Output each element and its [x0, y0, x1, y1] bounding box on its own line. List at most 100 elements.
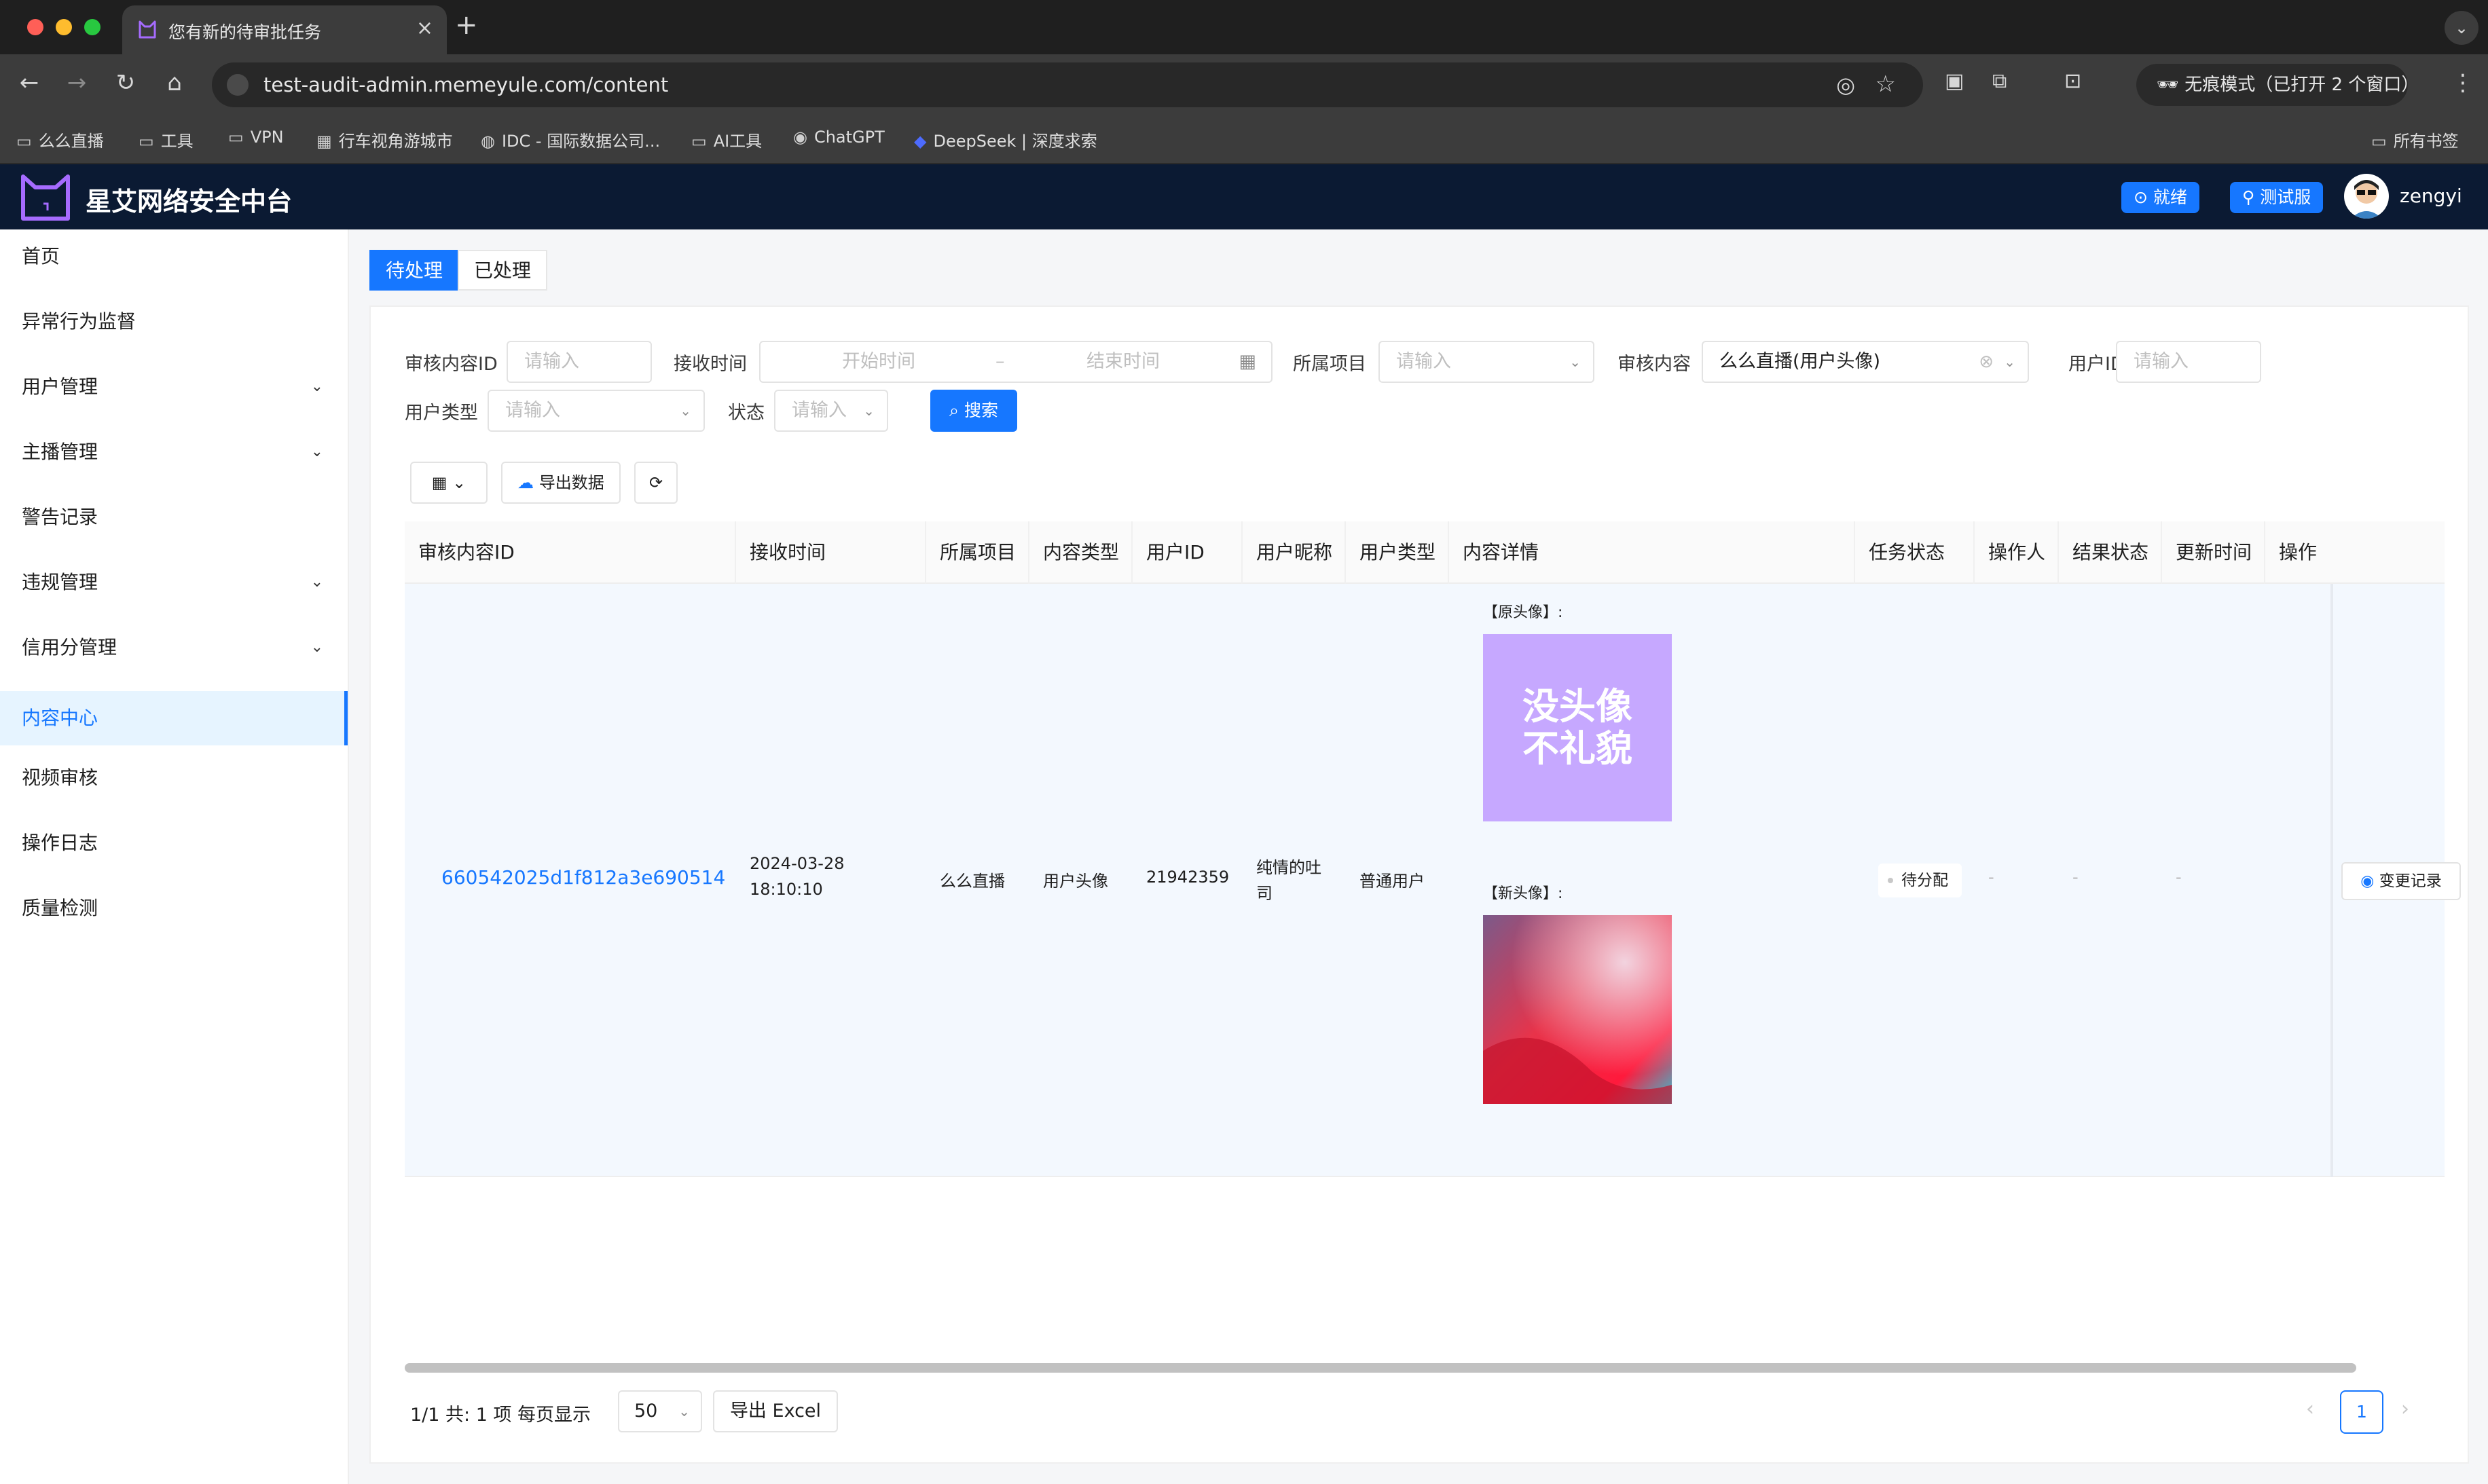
tab-processed[interactable]: 已处理: [458, 250, 547, 291]
status-badge: 待分配: [1878, 864, 1962, 897]
screenshot-icon[interactable]: ⊡: [2064, 69, 2081, 93]
extensions-icon[interactable]: ⧉: [1992, 69, 2007, 93]
bookmark-folder[interactable]: ▭ 么么直播: [16, 128, 104, 151]
reload-icon[interactable]: ↻: [110, 69, 141, 96]
user-id-cell: 21942359: [1146, 868, 1230, 887]
sidebar-item-warning-records[interactable]: 警告记录: [0, 490, 348, 544]
home-icon[interactable]: ⌂: [159, 69, 190, 96]
sidebar-item-anchor-management[interactable]: 主播管理 ⌄: [0, 425, 348, 479]
minimize-window-button[interactable]: [56, 19, 72, 35]
new-avatar-image[interactable]: [1483, 915, 1672, 1104]
old-avatar-caption: 【原头像】:: [1483, 604, 1563, 621]
back-arrow-icon[interactable]: ←: [14, 69, 45, 96]
th-content-id[interactable]: 审核内容ID: [405, 521, 736, 584]
address-bar[interactable]: test-audit-admin.memeyule.com/content ◎ …: [212, 62, 1923, 107]
sidebar-item-quality-check[interactable]: 质量检测: [0, 881, 348, 935]
th-receive-time[interactable]: 接收时间: [736, 521, 926, 584]
bookmark-link[interactable]: ◆ DeepSeek | 深度求索: [914, 128, 1097, 151]
bookmark-star-icon[interactable]: ☆: [1876, 71, 1896, 98]
bookmark-link[interactable]: ▦ 行车视角游城市: [316, 128, 453, 151]
content-id-link[interactable]: 660542025d1f812a3e690514: [441, 866, 725, 889]
app-title: 星艾网络安全中台: [86, 187, 293, 217]
next-page-icon[interactable]: ›: [2401, 1397, 2409, 1421]
incognito-indicator[interactable]: 🕶 无痕模式（已打开 2 个窗口）: [2136, 64, 2419, 106]
start-time-placeholder[interactable]: 开始时间: [842, 342, 915, 382]
tab-title: 您有新的待审批任务: [168, 22, 322, 42]
close-window-button[interactable]: [27, 19, 43, 35]
bookmark-folder[interactable]: ▭ AI工具: [691, 128, 762, 151]
calendar-icon: ▦: [1239, 351, 1256, 372]
bookmark-folder[interactable]: ▭ 工具: [139, 128, 194, 151]
sidebar-item-credit-management[interactable]: 信用分管理 ⌄: [0, 620, 348, 675]
all-bookmarks[interactable]: ▭ 所有书签: [2371, 128, 2459, 151]
search-button[interactable]: ⌕ 搜索: [930, 390, 1017, 432]
export-excel-button[interactable]: 导出 Excel: [713, 1390, 838, 1432]
th-user-type[interactable]: 用户类型: [1346, 521, 1449, 584]
old-avatar-image[interactable]: 没头像 不礼貌: [1483, 634, 1672, 821]
tab-search-chevron-icon[interactable]: ⌄: [2445, 11, 2478, 45]
forward-arrow-icon[interactable]: →: [61, 69, 92, 96]
bookmark-folder[interactable]: ▭ VPN: [228, 128, 284, 147]
folder-icon: ▭: [139, 132, 154, 151]
th-operator[interactable]: 操作人: [1975, 521, 2059, 584]
end-time-placeholder[interactable]: 结束时间: [1086, 342, 1160, 382]
page-size-select[interactable]: 50 ⌄: [618, 1390, 702, 1432]
change-record-button[interactable]: ◉ 变更记录: [2341, 862, 2461, 900]
column-settings-button[interactable]: ▦ ⌄: [410, 462, 488, 504]
tab-pending[interactable]: 待处理: [369, 250, 459, 291]
avatar[interactable]: [2344, 174, 2389, 219]
browser-tab-bar: 您有新的待审批任务 × + ⌄: [0, 0, 2488, 54]
clear-circle-icon[interactable]: ⊗: [1979, 342, 1994, 382]
chevron-down-icon: ⌄: [678, 1403, 690, 1420]
user-type-select[interactable]: 请输入 ⌄: [488, 390, 705, 432]
th-project[interactable]: 所属项目: [926, 521, 1029, 584]
th-update-time[interactable]: 更新时间: [2162, 521, 2265, 584]
sidebar-item-violation-management[interactable]: 违规管理 ⌄: [0, 555, 348, 610]
page-1-button[interactable]: 1: [2340, 1390, 2383, 1434]
new-tab-icon[interactable]: +: [455, 10, 478, 41]
user-id-input[interactable]: 请输入: [2116, 341, 2261, 383]
chevron-down-icon: ⌄: [863, 403, 875, 419]
test-server-button[interactable]: ⚲ 测试服: [2230, 182, 2324, 213]
pagination-summary: 1/1 共: 1 项 每页显示: [410, 1405, 591, 1426]
site-info-icon[interactable]: [227, 74, 249, 96]
browser-menu-icon[interactable]: ⋮: [2451, 69, 2474, 96]
close-tab-icon[interactable]: ×: [416, 16, 433, 40]
th-actions: 操作: [2279, 541, 2318, 563]
bookmark-link[interactable]: ◍ IDC - 国际数据公司...: [481, 128, 660, 151]
reading-list-icon[interactable]: ▣: [1945, 69, 1964, 93]
th-content-detail[interactable]: 内容详情: [1449, 521, 1855, 584]
content-id-input[interactable]: 请输入: [507, 341, 652, 383]
folder-icon: ▭: [16, 132, 32, 151]
username[interactable]: zengyi: [2400, 185, 2462, 207]
export-data-button[interactable]: ☁ 导出数据: [501, 462, 621, 504]
th-result-status[interactable]: 结果状态: [2059, 521, 2162, 584]
th-nickname[interactable]: 用户昵称: [1243, 521, 1346, 584]
project-select[interactable]: 请输入 ⌄: [1378, 341, 1594, 383]
sidebar-item-home[interactable]: 首页: [0, 229, 348, 284]
prev-page-icon[interactable]: ‹: [2306, 1397, 2314, 1421]
eye-slash-icon[interactable]: ◎: [1836, 72, 1855, 98]
sidebar-item-operation-log[interactable]: 操作日志: [0, 816, 348, 870]
horizontal-scrollbar[interactable]: [405, 1363, 2356, 1373]
sidebar-item-video-review[interactable]: 视频审核: [0, 751, 348, 805]
th-content-type[interactable]: 内容类型: [1029, 521, 1133, 584]
content-panel: 审核内容ID 请输入 接收时间 开始时间 – 结束时间 ▦ 所属项目 请输入 ⌄…: [369, 305, 2469, 1464]
sidebar-item-abnormal-behavior[interactable]: 异常行为监督: [0, 295, 348, 349]
review-content-value: 么么直播(用户头像): [1719, 351, 1881, 372]
table-row: 660542025d1f812a3e690514 2024-03-28 18:1…: [405, 584, 2461, 1177]
sidebar-item-user-management[interactable]: 用户管理 ⌄: [0, 360, 348, 414]
status-select[interactable]: 请输入 ⌄: [774, 390, 888, 432]
review-content-select[interactable]: 么么直播(用户头像) ⊗ ⌄: [1702, 341, 2029, 383]
new-avatar-caption: 【新头像】:: [1483, 885, 1563, 902]
maximize-window-button[interactable]: [84, 19, 100, 35]
bookmark-link[interactable]: ◉ ChatGPT: [793, 128, 885, 147]
receive-time-range-picker[interactable]: 开始时间 – 结束时间 ▦: [759, 341, 1273, 383]
sidebar-item-content-center[interactable]: 内容中心: [0, 691, 348, 745]
url-text[interactable]: test-audit-admin.memeyule.com/content: [263, 73, 668, 96]
browser-tab-active[interactable]: 您有新的待审批任务 ×: [122, 5, 447, 54]
th-task-status[interactable]: 任务状态: [1855, 521, 1975, 584]
refresh-button[interactable]: ⟳: [634, 462, 678, 504]
ready-status-button[interactable]: ⊙ 就绪: [2121, 182, 2199, 213]
th-user-id[interactable]: 用户ID: [1133, 521, 1243, 584]
